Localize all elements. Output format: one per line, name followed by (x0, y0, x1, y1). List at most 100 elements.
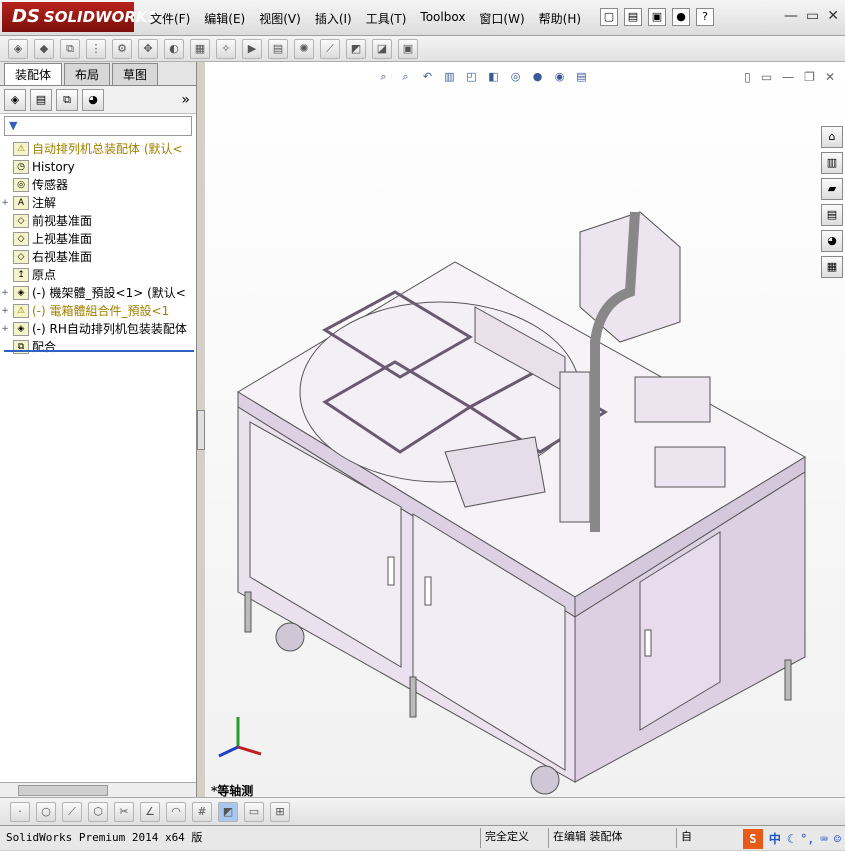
tab-sketch[interactable]: 草图 (112, 63, 159, 85)
sketch-toolbar: · ○ ⟋ ⬡ ✂ ∠ ◠ # ◩ ▭ ⊞ (0, 797, 845, 825)
plane-icon: ◇ (13, 232, 29, 246)
explode-line-icon[interactable]: ⟋ (320, 38, 340, 59)
configuration-manager-icon[interactable]: ⧉ (56, 88, 78, 111)
angle-icon[interactable]: ∠ (140, 801, 160, 822)
menu-help[interactable]: 帮助(H) (539, 10, 581, 27)
tree-item-origin[interactable]: ↥ 原点 (0, 266, 196, 284)
menu-insert[interactable]: 插入(I) (315, 10, 352, 27)
tree-item-packaging[interactable]: + ◈ (-) RH自动排列机包装装配体 (0, 320, 196, 338)
restore-icon[interactable]: ▭ (806, 8, 819, 24)
solidworks-logo[interactable]: DS SOLIDWORKS (2, 2, 158, 32)
tree-item-right-plane[interactable]: ◇ 右视基准面 (0, 248, 196, 266)
sogou-ime-icon[interactable]: S (742, 828, 763, 849)
tree-item-mates[interactable]: ⧉ 配合 (0, 338, 196, 356)
filter-field[interactable]: ▼ (4, 116, 192, 136)
polygon-icon[interactable]: ⬡ (88, 801, 108, 822)
help-icon[interactable]: ? (696, 8, 714, 26)
feature-manager-panel: 装配体 布局 草图 ◈ ▤ ⧉ ◕ » ▼ ⚠ 自动排列机总装配体 (默认< ◷ H… (0, 62, 197, 798)
minimize-icon[interactable]: — (784, 8, 798, 24)
show-hidden-icon[interactable]: ◐ (164, 38, 184, 59)
tab-assembly[interactable]: 装配体 (4, 63, 63, 85)
appearances-icon[interactable]: ◕ (821, 230, 843, 252)
triad-axis (213, 712, 268, 762)
tree-item-top-plane[interactable]: ◇ 上视基准面 (0, 230, 196, 248)
panel-more-icon[interactable]: » (181, 92, 190, 108)
sensor-icon: ◎ (13, 178, 29, 192)
tree-item-annotations[interactable]: + A 注解 (0, 194, 196, 212)
punctuation-icon[interactable]: °, (800, 827, 814, 851)
rebuild-icon[interactable]: ● (672, 8, 690, 26)
tree-item-sensors[interactable]: ◎ 传感器 (0, 176, 196, 194)
keyboard-icon[interactable]: ⌨ (821, 827, 828, 851)
save-icon[interactable]: ▣ (648, 8, 666, 26)
new-document-icon[interactable]: ▢ (600, 8, 618, 26)
part-icon: ◈ (13, 286, 29, 300)
graphics-area[interactable]: ⌕ ⌕ ↶ ▥ ◰ ◧ ◎ ● ◉ ▤ ▯ ▭ — ❐ ✕ ⌂ ▥ ▰ ▤ ◕ … (205, 62, 845, 798)
command-tabs: 装配体 布局 草图 (0, 62, 196, 86)
arc-icon[interactable]: ◠ (166, 801, 186, 822)
assembly-features-icon[interactable]: ▦ (190, 38, 210, 59)
exploded-view-icon[interactable]: ✺ (294, 38, 314, 59)
new-motion-study-icon[interactable]: ▶ (242, 38, 262, 59)
ime-mode[interactable]: 中 (769, 827, 781, 851)
panel-toolbar: ◈ ▤ ⧉ ◕ » (0, 86, 196, 114)
tree-item-front-plane[interactable]: ◇ 前视基准面 (0, 212, 196, 230)
rectangle-icon[interactable]: ▭ (244, 801, 264, 822)
part-icon: ⚠ (13, 304, 29, 318)
line-icon[interactable]: ⟋ (62, 801, 82, 822)
tree-item-root-assembly[interactable]: ⚠ 自动排列机总装配体 (默认< (0, 140, 196, 158)
user-icon[interactable]: ☺ (834, 827, 841, 851)
home-icon[interactable]: ⌂ (821, 126, 843, 148)
menu-tools[interactable]: 工具(T) (366, 10, 407, 27)
tree-item-frame[interactable]: + ◈ (-) 機架體_預設<1> (默认< (0, 284, 196, 302)
trim-icon[interactable]: ✂ (114, 801, 134, 822)
file-explorer-icon[interactable]: ▰ (821, 178, 843, 200)
feature-manager-icon[interactable]: ◈ (4, 88, 26, 111)
bill-of-materials-icon[interactable]: ▤ (268, 38, 288, 59)
display-manager-icon[interactable]: ◕ (82, 88, 104, 111)
menu-file[interactable]: 文件(F) (150, 10, 190, 27)
moon-icon[interactable]: ☾ (787, 827, 794, 851)
panel-splitter[interactable] (197, 410, 205, 450)
view-palette-icon[interactable]: ▤ (821, 204, 843, 226)
move-component-icon[interactable]: ✥ (138, 38, 158, 59)
reference-geometry-icon[interactable]: ✧ (216, 38, 236, 59)
plane-icon: ◇ (13, 214, 29, 228)
grid-icon[interactable]: # (192, 801, 212, 822)
menu-view[interactable]: 视图(V) (259, 10, 301, 27)
product-version: SolidWorks Premium 2014 x64 版 (6, 831, 203, 844)
units-status[interactable]: 自 (676, 828, 696, 848)
property-manager-icon[interactable]: ▤ (30, 88, 52, 111)
editing-status: 在编辑 装配体 (548, 828, 627, 848)
linear-pattern-icon[interactable]: ⋮ (86, 38, 106, 59)
tab-layout[interactable]: 布局 (64, 63, 111, 85)
close-icon[interactable]: ✕ (827, 8, 839, 24)
take-snapshot-icon[interactable]: ▣ (398, 38, 418, 59)
ime-toolbar: S 中 ☾ °, ⌨ ☺ (742, 826, 845, 851)
menu-edit[interactable]: 编辑(E) (204, 10, 245, 27)
menu-window[interactable]: 窗口(W) (479, 10, 524, 27)
table-icon[interactable]: ⊞ (270, 801, 290, 822)
menu-toolbox[interactable]: Toolbox (420, 10, 465, 27)
tree-item-electrical-box[interactable]: + ⚠ (-) 電箱體組合件_預設<1 (0, 302, 196, 320)
update-speedpak-icon[interactable]: ◪ (372, 38, 392, 59)
status-bar: SolidWorks Premium 2014 x64 版 完全定义 在编辑 装… (0, 825, 845, 850)
open-icon[interactable]: ▤ (624, 8, 642, 26)
design-library-icon[interactable]: ▥ (821, 152, 843, 174)
machine-model[interactable] (205, 62, 845, 797)
rollback-bar[interactable] (4, 350, 194, 352)
point-icon[interactable]: · (10, 801, 30, 822)
circle-icon[interactable]: ○ (36, 801, 56, 822)
tree-item-history[interactable]: ◷ History (0, 158, 196, 176)
box-icon[interactable]: ◩ (218, 801, 238, 822)
horizontal-scrollbar[interactable] (0, 782, 196, 798)
assembly-icon: ⚠ (13, 142, 29, 156)
smart-fasteners-icon[interactable]: ⚙ (112, 38, 132, 59)
scroll-thumb[interactable] (18, 785, 108, 796)
custom-properties-icon[interactable]: ▦ (821, 256, 843, 278)
new-part-icon[interactable]: ◆ (34, 38, 54, 59)
plane-icon: ◇ (13, 250, 29, 264)
instant3d-icon[interactable]: ◩ (346, 38, 366, 59)
insert-component-icon[interactable]: ◈ (8, 38, 28, 59)
mate-icon[interactable]: ⧉ (60, 38, 80, 59)
